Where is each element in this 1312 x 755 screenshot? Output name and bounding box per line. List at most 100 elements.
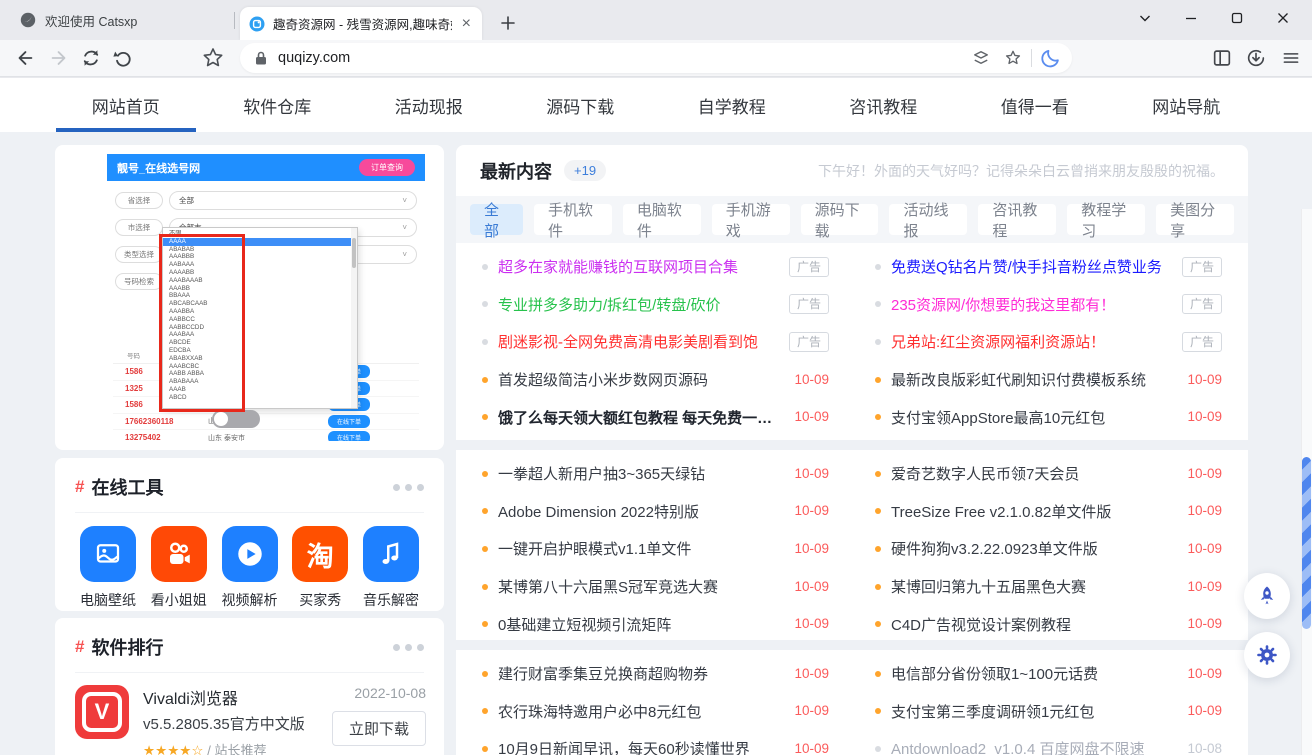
item-title[interactable]: Antdownload2_v1.0.4 百度网盘不限速 (891, 738, 1144, 755)
item-title[interactable]: Adobe Dimension 2022特别版 (498, 501, 699, 522)
filter-tab-美图分享[interactable]: 美图分享 (1156, 204, 1234, 235)
download-now-button[interactable]: 立即下载 (332, 711, 426, 746)
tab-close-icon[interactable]: × (460, 16, 473, 32)
nav-item-网站导航[interactable]: 网站导航 (1111, 78, 1263, 132)
minimize-button[interactable] (1168, 4, 1214, 32)
list-item[interactable]: Antdownload2_v1.0.4 百度网盘不限速10-08 (875, 730, 1222, 755)
tab-search-button[interactable] (1122, 4, 1168, 32)
list-item[interactable]: 0基础建立短视频引流矩阵10-09 (482, 605, 829, 643)
home-button[interactable] (200, 45, 226, 71)
more-dots-icon[interactable] (393, 644, 424, 651)
nav-item-软件仓库[interactable]: 软件仓库 (202, 78, 354, 132)
list-item[interactable]: 超多在家就能赚钱的互联网项目合集广告 (482, 248, 829, 286)
refresh-button[interactable] (78, 45, 104, 71)
item-title[interactable]: 电信部分省份领取1~100元话费 (891, 663, 1098, 684)
scrollbar-thumb[interactable] (1302, 457, 1311, 629)
filter-tab-教程学习[interactable]: 教程学习 (1067, 204, 1145, 235)
list-item[interactable]: Adobe Dimension 2022特别版10-09 (482, 493, 829, 531)
nav-item-源码下载[interactable]: 源码下载 (505, 78, 657, 132)
filter-tab-源码下载[interactable]: 源码下载 (801, 204, 879, 235)
item-title[interactable]: 免费送Q钻名片赞/快手抖音粉丝点赞业务 (891, 256, 1162, 277)
list-item[interactable]: 支付宝第三季度调研领1元红包10-09 (875, 693, 1222, 731)
item-title[interactable]: 超多在家就能赚钱的互联网项目合集 (498, 256, 738, 277)
item-title[interactable]: TreeSize Free v2.1.0.82单文件版 (891, 501, 1111, 522)
bookmark-star-icon[interactable] (1003, 48, 1023, 68)
item-title[interactable]: 剧迷影视-全网免费高清电影美剧看到饱 (498, 331, 758, 352)
item-title[interactable]: 一键开启护眼模式v1.1单文件 (498, 538, 691, 559)
list-item[interactable]: 一拳超人新用户抽3~365天绿钻10-09 (482, 455, 829, 493)
list-item[interactable]: 一键开启护眼模式v1.1单文件10-09 (482, 530, 829, 568)
item-title[interactable]: 农行珠海特邀用户必中8元红包 (498, 701, 701, 722)
item-title[interactable]: 10月9日新闻早讯，每天60秒读懂世界 (498, 738, 750, 755)
list-item[interactable]: 饿了么每天领大额红包教程 每天免费一顿饭10-09 (482, 398, 829, 436)
item-title[interactable]: 饿了么每天领大额红包教程 每天免费一顿饭 (498, 407, 782, 428)
list-item[interactable]: 某博第八十六届黑S冠军竞选大赛10-09 (482, 568, 829, 606)
filter-tab-咨讯教程[interactable]: 咨讯教程 (978, 204, 1056, 235)
filter-tab-电脑软件[interactable]: 电脑软件 (623, 204, 701, 235)
address-bar[interactable]: quqizy.com (240, 43, 1072, 73)
close-window-button[interactable] (1260, 4, 1306, 32)
item-title[interactable]: 建行财富季集豆兑换商超购物券 (498, 663, 708, 684)
item-title[interactable]: 支付宝第三季度调研领1元红包 (891, 701, 1094, 722)
back-to-top-button[interactable] (1244, 573, 1290, 619)
filter-tab-手机软件[interactable]: 手机软件 (534, 204, 612, 235)
filter-tab-活动线报[interactable]: 活动线报 (889, 204, 967, 235)
list-item[interactable]: 建行财富季集豆兑换商超购物券10-09 (482, 655, 829, 693)
item-title[interactable]: 硬件狗狗v3.2.22.0923单文件版 (891, 538, 1098, 559)
more-dots-icon[interactable] (393, 484, 424, 491)
download-button[interactable] (1243, 45, 1269, 71)
undo-button[interactable] (110, 45, 136, 71)
ranking-item[interactable]: V Vivaldi浏览器 v5.5.2805.35官方中文版 ★★★★☆ / 站… (55, 673, 444, 755)
item-title[interactable]: 某博第八十六届黑S冠军竞选大赛 (498, 576, 718, 597)
item-title[interactable]: 首发超级简洁小米步数网页源码 (498, 369, 708, 390)
item-title[interactable]: 爱奇艺数字人民币领7天会员 (891, 463, 1079, 484)
tool-买家秀[interactable]: 淘买家秀 (289, 526, 351, 610)
nav-item-自学教程[interactable]: 自学教程 (656, 78, 808, 132)
list-item[interactable]: 兄弟站:红尘资源网福利资源站！广告 (875, 323, 1222, 361)
tab-welcome[interactable]: 欢迎使用 Catsxp (10, 4, 232, 36)
list-item[interactable]: 硬件狗狗v3.2.22.0923单文件版10-09 (875, 530, 1222, 568)
nav-item-咨讯教程[interactable]: 咨讯教程 (808, 78, 960, 132)
list-item[interactable]: TreeSize Free v2.1.0.82单文件版10-09 (875, 493, 1222, 531)
list-item[interactable]: 电信部分省份领取1~100元话费10-09 (875, 655, 1222, 693)
tool-电脑壁纸[interactable]: 电脑壁纸 (77, 526, 139, 610)
filter-tab-全部[interactable]: 全部 (470, 204, 523, 235)
settings-button[interactable] (1244, 632, 1290, 678)
split-view-button[interactable] (1209, 45, 1235, 71)
tool-音乐解密[interactable]: 音乐解密 (360, 526, 422, 610)
list-item[interactable]: 专业拼多多助力/拆红包/转盘/砍价广告 (482, 286, 829, 324)
list-item[interactable]: 235资源网/你想要的我这里都有！广告 (875, 286, 1222, 324)
item-title[interactable]: 支付宝领AppStore最高10元红包 (891, 407, 1105, 428)
list-item[interactable]: 某博回归第九十五届黑色大赛10-09 (875, 568, 1222, 606)
tool-视频解析[interactable]: 视频解析 (219, 526, 281, 610)
moon-icon[interactable] (1040, 47, 1062, 69)
filter-tab-手机游戏[interactable]: 手机游戏 (712, 204, 790, 235)
stack-icon[interactable] (971, 48, 991, 68)
item-title[interactable]: 一拳超人新用户抽3~365天绿钻 (498, 463, 705, 484)
list-item[interactable]: C4D广告视觉设计案例教程10-09 (875, 605, 1222, 643)
item-title[interactable]: 某博回归第九十五届黑色大赛 (891, 576, 1086, 597)
back-button[interactable] (12, 45, 38, 71)
page-scrollbar[interactable] (1301, 209, 1312, 755)
nav-item-网站首页[interactable]: 网站首页 (50, 78, 202, 132)
nav-item-活动现报[interactable]: 活动现报 (353, 78, 505, 132)
item-title[interactable]: 最新改良版彩虹代刷知识付费模板系统 (891, 369, 1146, 390)
list-item[interactable]: 农行珠海特邀用户必中8元红包10-09 (482, 693, 829, 731)
promo-screenshot[interactable]: 靓号_在线选号网 订单查询 省选择全部˅市选择全部市˅类型选择不限˅ 号码检索 … (107, 154, 425, 441)
tool-看小姐姐[interactable]: 看小姐姐 (148, 526, 210, 610)
forward-button[interactable] (46, 45, 72, 71)
maximize-button[interactable] (1214, 4, 1260, 32)
list-item[interactable]: 首发超级简洁小米步数网页源码10-09 (482, 361, 829, 399)
list-item[interactable]: 免费送Q钻名片赞/快手抖音粉丝点赞业务广告 (875, 248, 1222, 286)
list-item[interactable]: 支付宝领AppStore最高10元红包10-09 (875, 398, 1222, 436)
list-item[interactable]: 最新改良版彩虹代刷知识付费模板系统10-09 (875, 361, 1222, 399)
item-title[interactable]: 兄弟站:红尘资源网福利资源站！ (891, 331, 1105, 352)
item-title[interactable]: 0基础建立短视频引流矩阵 (498, 614, 671, 635)
list-item[interactable]: 10月9日新闻早讯，每天60秒读懂世界10-09 (482, 730, 829, 755)
nav-item-值得一看[interactable]: 值得一看 (959, 78, 1111, 132)
url-text[interactable]: quqizy.com (278, 50, 971, 66)
new-tab-button[interactable] (494, 9, 522, 37)
item-title[interactable]: C4D广告视觉设计案例教程 (891, 614, 1071, 635)
item-title[interactable]: 235资源网/你想要的我这里都有！ (891, 294, 1115, 315)
tab-quqizy[interactable]: 趣奇资源网 - 残雪资源网,趣味奇妙 × (240, 7, 482, 40)
